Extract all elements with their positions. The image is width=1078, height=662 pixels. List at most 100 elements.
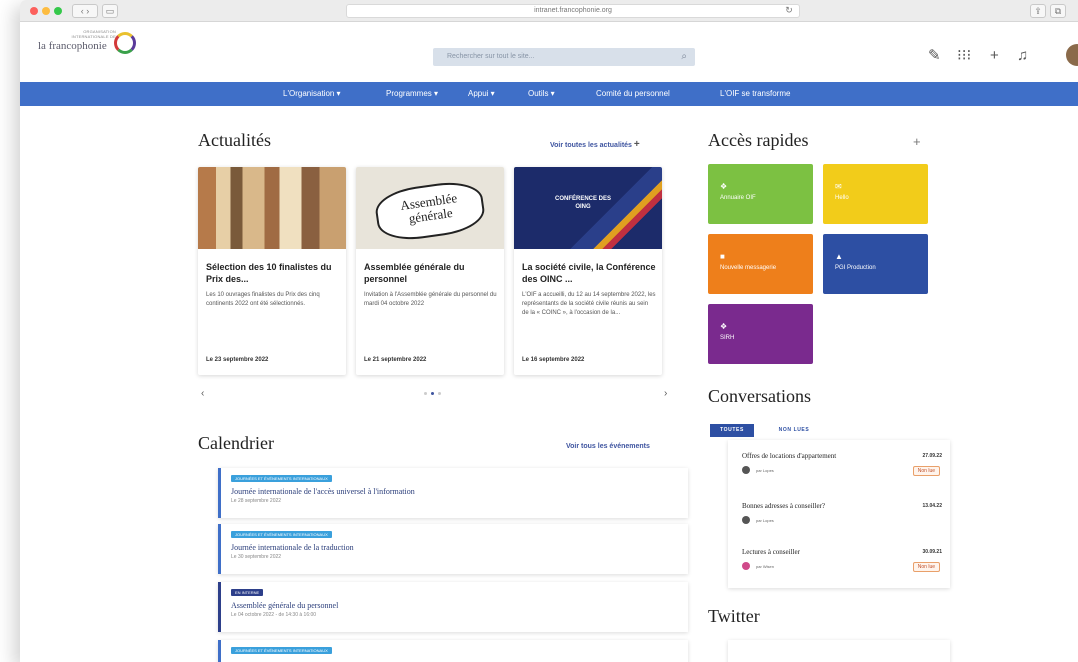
- browser-window: ‹ › ▭ intranet.francophonie.org ↻ ⇪ ⧉ OR…: [20, 0, 1078, 662]
- tile-icon: ✉: [835, 182, 842, 191]
- news-card-title: Sélection des 10 finalistes du Prix des.…: [206, 262, 332, 284]
- conversation-title: Lectures à conseiller: [742, 548, 800, 556]
- event-tag: JOURNÉES ET ÉVÉNEMENTS INTERNATIONAUX: [231, 531, 332, 538]
- bell-icon[interactable]: ♫: [1017, 46, 1028, 66]
- conversation-title: Offres de locations d'appartement: [742, 452, 837, 460]
- event-tag: EN INTERNE: [231, 589, 264, 596]
- event-tag: JOURNÉES ET ÉVÉNEMENTS INTERNATIONAUX: [231, 475, 332, 482]
- unread-badge: Non lue: [912, 466, 940, 476]
- author-avatar: [742, 562, 750, 570]
- calendar-event[interactable]: EN INTERNE Assemblée générale du personn…: [218, 582, 688, 632]
- quick-tile-hello[interactable]: ✉ Hello: [823, 164, 928, 224]
- event-title: Journée internationale de la traduction: [231, 543, 354, 552]
- tile-icon: ❖: [720, 182, 728, 191]
- conversation-item[interactable]: Lectures à conseiller 30.09.21 par Wisen…: [742, 548, 942, 584]
- tile-label: SIRH: [720, 335, 735, 341]
- news-see-all-link[interactable]: Voir toutes les actualités +: [550, 139, 640, 150]
- tile-label: PGI Production: [835, 265, 876, 271]
- conversation-date: 13.04.22: [922, 503, 942, 509]
- tab-all[interactable]: TOUTES: [710, 424, 754, 437]
- sidebar-icon[interactable]: ▭: [102, 4, 118, 18]
- news-see-all-label: Voir toutes les actualités: [550, 142, 632, 149]
- conversation-item[interactable]: Offres de locations d'appartement 27.09.…: [742, 452, 942, 488]
- calendar-event[interactable]: JOURNÉES ET ÉVÉNEMENTS INTERNATIONAUX: [218, 640, 688, 662]
- nav-item-organisation[interactable]: L'Organisation ▾: [283, 82, 341, 106]
- news-card-desc: Les 10 ouvrages finalistes du Prix des c…: [206, 292, 320, 307]
- share-icon[interactable]: ⇪: [1030, 4, 1046, 18]
- conversation-item[interactable]: Bonnes adresses à conseiller? 13.04.22 p…: [742, 502, 942, 538]
- browser-chrome: ‹ › ▭ intranet.francophonie.org ↻ ⇪ ⧉: [20, 0, 1078, 22]
- news-image: Assemblée générale: [356, 167, 504, 249]
- tab-unread[interactable]: NON LUES: [764, 424, 824, 437]
- conference-image-text: CONFÉRENCE DES OING: [554, 196, 611, 210]
- news-card-date: Le 21 septembre 2022: [364, 357, 427, 363]
- tile-label: Nouvelle messagerie: [720, 265, 777, 271]
- tile-icon: ❖: [720, 322, 728, 331]
- carousel-next-icon[interactable]: ›: [664, 388, 667, 399]
- conversation-date: 30.09.21: [922, 549, 942, 555]
- news-card-title: La société civile, la Conférence des OIN…: [522, 262, 656, 284]
- conversation-date: 27.09.22: [922, 453, 942, 459]
- quick-tile-pgi[interactable]: ▲ PGI Production: [823, 234, 928, 294]
- tools-icon[interactable]: ✎: [928, 46, 941, 66]
- event-tag: JOURNÉES ET ÉVÉNEMENTS INTERNATIONAUX: [231, 647, 332, 654]
- news-card[interactable]: CONFÉRENCE DES OING La société civile, l…: [514, 167, 662, 375]
- main-nav: L'Organisation ▾ Programmes ▾ Appui ▾ Ou…: [20, 82, 1078, 106]
- calendar-see-all-link[interactable]: Voir tous les événements: [566, 443, 650, 450]
- news-card-title: Assemblée générale du personnel: [364, 262, 465, 284]
- plus-icon: +: [633, 139, 640, 150]
- tile-label: Annuaire OIF: [720, 195, 756, 201]
- minimize-dot[interactable]: [42, 7, 50, 15]
- news-image: CONFÉRENCE DES OING: [514, 167, 662, 249]
- calendar-title: Calendrier: [198, 433, 274, 453]
- nav-item-transforme[interactable]: L'OIF se transforme: [720, 82, 790, 106]
- reload-icon[interactable]: ↻: [783, 4, 795, 18]
- back-forward-buttons[interactable]: ‹ ›: [72, 4, 98, 18]
- news-image: [198, 167, 346, 249]
- conversation-title: Bonnes adresses à conseiller?: [742, 502, 825, 510]
- search-icon[interactable]: ⌕: [681, 48, 687, 66]
- author-avatar: [742, 466, 750, 474]
- carousel-prev-icon[interactable]: ‹: [201, 388, 204, 399]
- apps-grid-icon[interactable]: ⁝⁝⁝: [957, 46, 971, 66]
- news-card-date: Le 16 septembre 2022: [522, 357, 585, 363]
- search-placeholder: Rechercher sur tout le site...: [447, 53, 535, 60]
- quick-tile-messagerie[interactable]: ■ Nouvelle messagerie: [708, 234, 813, 294]
- zoom-dot[interactable]: [54, 7, 62, 15]
- twitter-title: Twitter: [708, 606, 760, 626]
- tile-icon: ▲: [835, 252, 843, 261]
- address-bar[interactable]: intranet.francophonie.org: [346, 4, 800, 18]
- news-title: Actualités: [198, 130, 271, 150]
- close-dot[interactable]: [30, 7, 38, 15]
- tile-icon: ■: [720, 252, 725, 261]
- conversations-list: Offres de locations d'appartement 27.09.…: [728, 440, 950, 588]
- twitter-feed: [728, 640, 950, 662]
- quick-tile-sirh[interactable]: ❖ SIRH: [708, 304, 813, 364]
- event-title: Assemblée générale du personnel: [231, 601, 339, 610]
- calendar-event[interactable]: JOURNÉES ET ÉVÉNEMENTS INTERNATIONAUX Jo…: [218, 524, 688, 574]
- nav-item-programmes[interactable]: Programmes ▾: [386, 82, 438, 106]
- add-icon[interactable]: +: [990, 46, 999, 66]
- quick-access-title: Accès rapides: [708, 130, 809, 150]
- news-card[interactable]: Assemblée générale Assemblée générale du…: [356, 167, 504, 375]
- event-date: Le 30 septembre 2022: [231, 554, 282, 560]
- conversations-title: Conversations: [708, 386, 811, 406]
- unread-badge: Non lue: [912, 562, 940, 572]
- assemblee-illustration: Assemblée générale: [372, 177, 488, 245]
- quick-add-icon[interactable]: +: [913, 134, 921, 149]
- nav-item-appui[interactable]: Appui ▾: [468, 82, 495, 106]
- search-input[interactable]: Rechercher sur tout le site... ⌕: [433, 48, 695, 66]
- calendar-event[interactable]: JOURNÉES ET ÉVÉNEMENTS INTERNATIONAUX Jo…: [218, 468, 688, 518]
- tabs-icon[interactable]: ⧉: [1050, 4, 1066, 18]
- nav-item-comite[interactable]: Comité du personnel: [596, 82, 670, 106]
- nav-item-outils[interactable]: Outils ▾: [528, 82, 555, 106]
- event-date: Le 04 octobre 2022 - de 14:30 à 16:00: [231, 612, 317, 618]
- carousel-dots[interactable]: [424, 392, 446, 396]
- author-avatar: [742, 516, 750, 524]
- news-card-desc: L'OIF a accueilli, du 12 au 14 septembre…: [522, 292, 656, 316]
- conversation-author: par Lopes: [756, 468, 774, 473]
- logo[interactable]: la francophonie: [38, 40, 107, 52]
- conversation-author: par Lopes: [756, 518, 774, 523]
- quick-tile-annuaire[interactable]: ❖ Annuaire OIF: [708, 164, 813, 224]
- news-card[interactable]: Sélection des 10 finalistes du Prix des.…: [198, 167, 346, 375]
